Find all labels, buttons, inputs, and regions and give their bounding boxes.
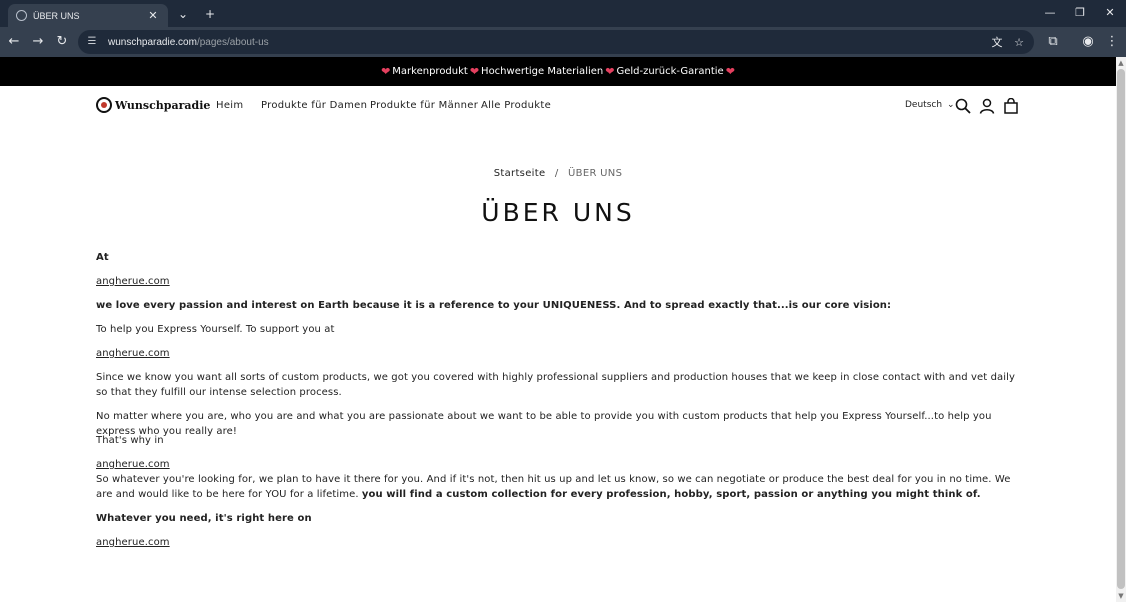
- announcement-bar: ❤ Markenprodukt ❤ Hochwertige Materialie…: [0, 57, 1116, 86]
- browser-toolbar: ← → ↻ ☰ wunschparadie.com/pages/about-us…: [0, 27, 1126, 57]
- heart-icon: ❤: [605, 65, 615, 78]
- close-icon[interactable]: ✕: [1096, 4, 1124, 22]
- paragraph-thats-why: That's why in: [96, 435, 164, 446]
- paragraph-at: At: [96, 252, 109, 263]
- heart-icon: ❤: [469, 65, 480, 78]
- extensions-icon[interactable]: ⧉: [1045, 34, 1061, 50]
- announcement-item: Markenprodukt: [392, 66, 468, 77]
- site-header: Wunschparadie Heim Produkte für Damen Pr…: [0, 86, 1116, 128]
- breadcrumb-current: ÜBER UNS: [568, 168, 623, 179]
- address-bar[interactable]: ☰ wunschparadie.com/pages/about-us 文 ☆: [78, 30, 1034, 54]
- url-host: wunschparadie.com: [108, 36, 197, 48]
- translate-icon[interactable]: 文: [990, 36, 1004, 50]
- star-icon[interactable]: ☆: [1012, 36, 1026, 50]
- paragraph-suppliers: Since we know you want all sorts of cust…: [96, 372, 1016, 398]
- reload-icon[interactable]: ↻: [54, 34, 70, 50]
- tab-close-icon[interactable]: ✕: [146, 9, 160, 22]
- nav-item-damen[interactable]: Produkte für Damen: [261, 100, 367, 111]
- scroll-thumb[interactable]: [1117, 69, 1125, 589]
- breadcrumb-separator: /: [554, 168, 559, 179]
- site-link[interactable]: angherue.com: [96, 276, 170, 287]
- tab-search-icon[interactable]: ⌄: [175, 6, 191, 22]
- cart-bag-icon[interactable]: [1003, 98, 1019, 114]
- paragraph-vision: we love every passion and interest on Ea…: [96, 300, 892, 311]
- logo-text: Wunschparadie: [115, 98, 211, 112]
- site-link[interactable]: angherue.com: [96, 459, 170, 470]
- tab-title: ÜBER UNS: [33, 10, 80, 21]
- paragraph-whatever-need: Whatever you need, it's right here on: [96, 513, 312, 524]
- restore-icon[interactable]: ❐: [1066, 4, 1094, 22]
- site-logo[interactable]: Wunschparadie: [96, 97, 210, 113]
- nav-item-maenner[interactable]: Produkte für Männer: [370, 100, 478, 111]
- back-icon[interactable]: ←: [6, 34, 22, 50]
- browser-tab[interactable]: ÜBER UNS ✕: [8, 4, 168, 27]
- language-label: Deutsch: [905, 100, 943, 110]
- search-icon[interactable]: [955, 98, 971, 114]
- nav-item-heim[interactable]: Heim: [216, 100, 243, 111]
- browser-tab-bar: ÜBER UNS ✕ ⌄ + — ❐ ✕: [0, 0, 1126, 27]
- nav-item-alle-produkte[interactable]: Alle Produkte: [481, 100, 551, 111]
- paragraph-whatever-looking: So whatever you're looking for, we plan …: [96, 472, 1016, 502]
- favicon-icon: [16, 10, 27, 21]
- breadcrumb-home[interactable]: Startseite: [494, 168, 546, 179]
- url-path: /pages/about-us: [196, 36, 269, 48]
- announcement-item: Geld-zurück-Garantie: [616, 66, 724, 77]
- forward-icon[interactable]: →: [30, 34, 46, 50]
- logo-icon: [96, 97, 112, 113]
- new-tab-icon[interactable]: +: [202, 6, 218, 22]
- chevron-down-icon: ⌄: [947, 100, 955, 110]
- page-title: ÜBER UNS: [481, 198, 635, 227]
- announcement-item: Hochwertige Materialien: [481, 66, 604, 77]
- breadcrumb: Startseite / ÜBER UNS: [0, 168, 1116, 179]
- site-link[interactable]: angherue.com: [96, 537, 170, 548]
- profile-icon[interactable]: ◉: [1080, 34, 1096, 50]
- paragraph-bold-text: you will find a custom collection for ev…: [361, 489, 981, 500]
- heart-icon: ❤: [725, 65, 735, 78]
- paragraph-support: To help you Express Yourself. To support…: [96, 324, 335, 335]
- menu-icon[interactable]: ⋮: [1104, 34, 1120, 50]
- language-selector[interactable]: Deutsch ⌄: [905, 100, 955, 110]
- site-link[interactable]: angherue.com: [96, 348, 170, 359]
- scroll-up-icon[interactable]: ▲: [1116, 58, 1126, 68]
- scroll-down-icon[interactable]: ▼: [1116, 591, 1126, 601]
- account-icon[interactable]: [979, 98, 995, 114]
- site-info-icon[interactable]: ☰: [86, 36, 98, 48]
- heart-icon: ❤: [381, 65, 391, 78]
- page-scrollbar[interactable]: ▲ ▼: [1116, 57, 1126, 602]
- minimize-icon[interactable]: —: [1036, 4, 1064, 22]
